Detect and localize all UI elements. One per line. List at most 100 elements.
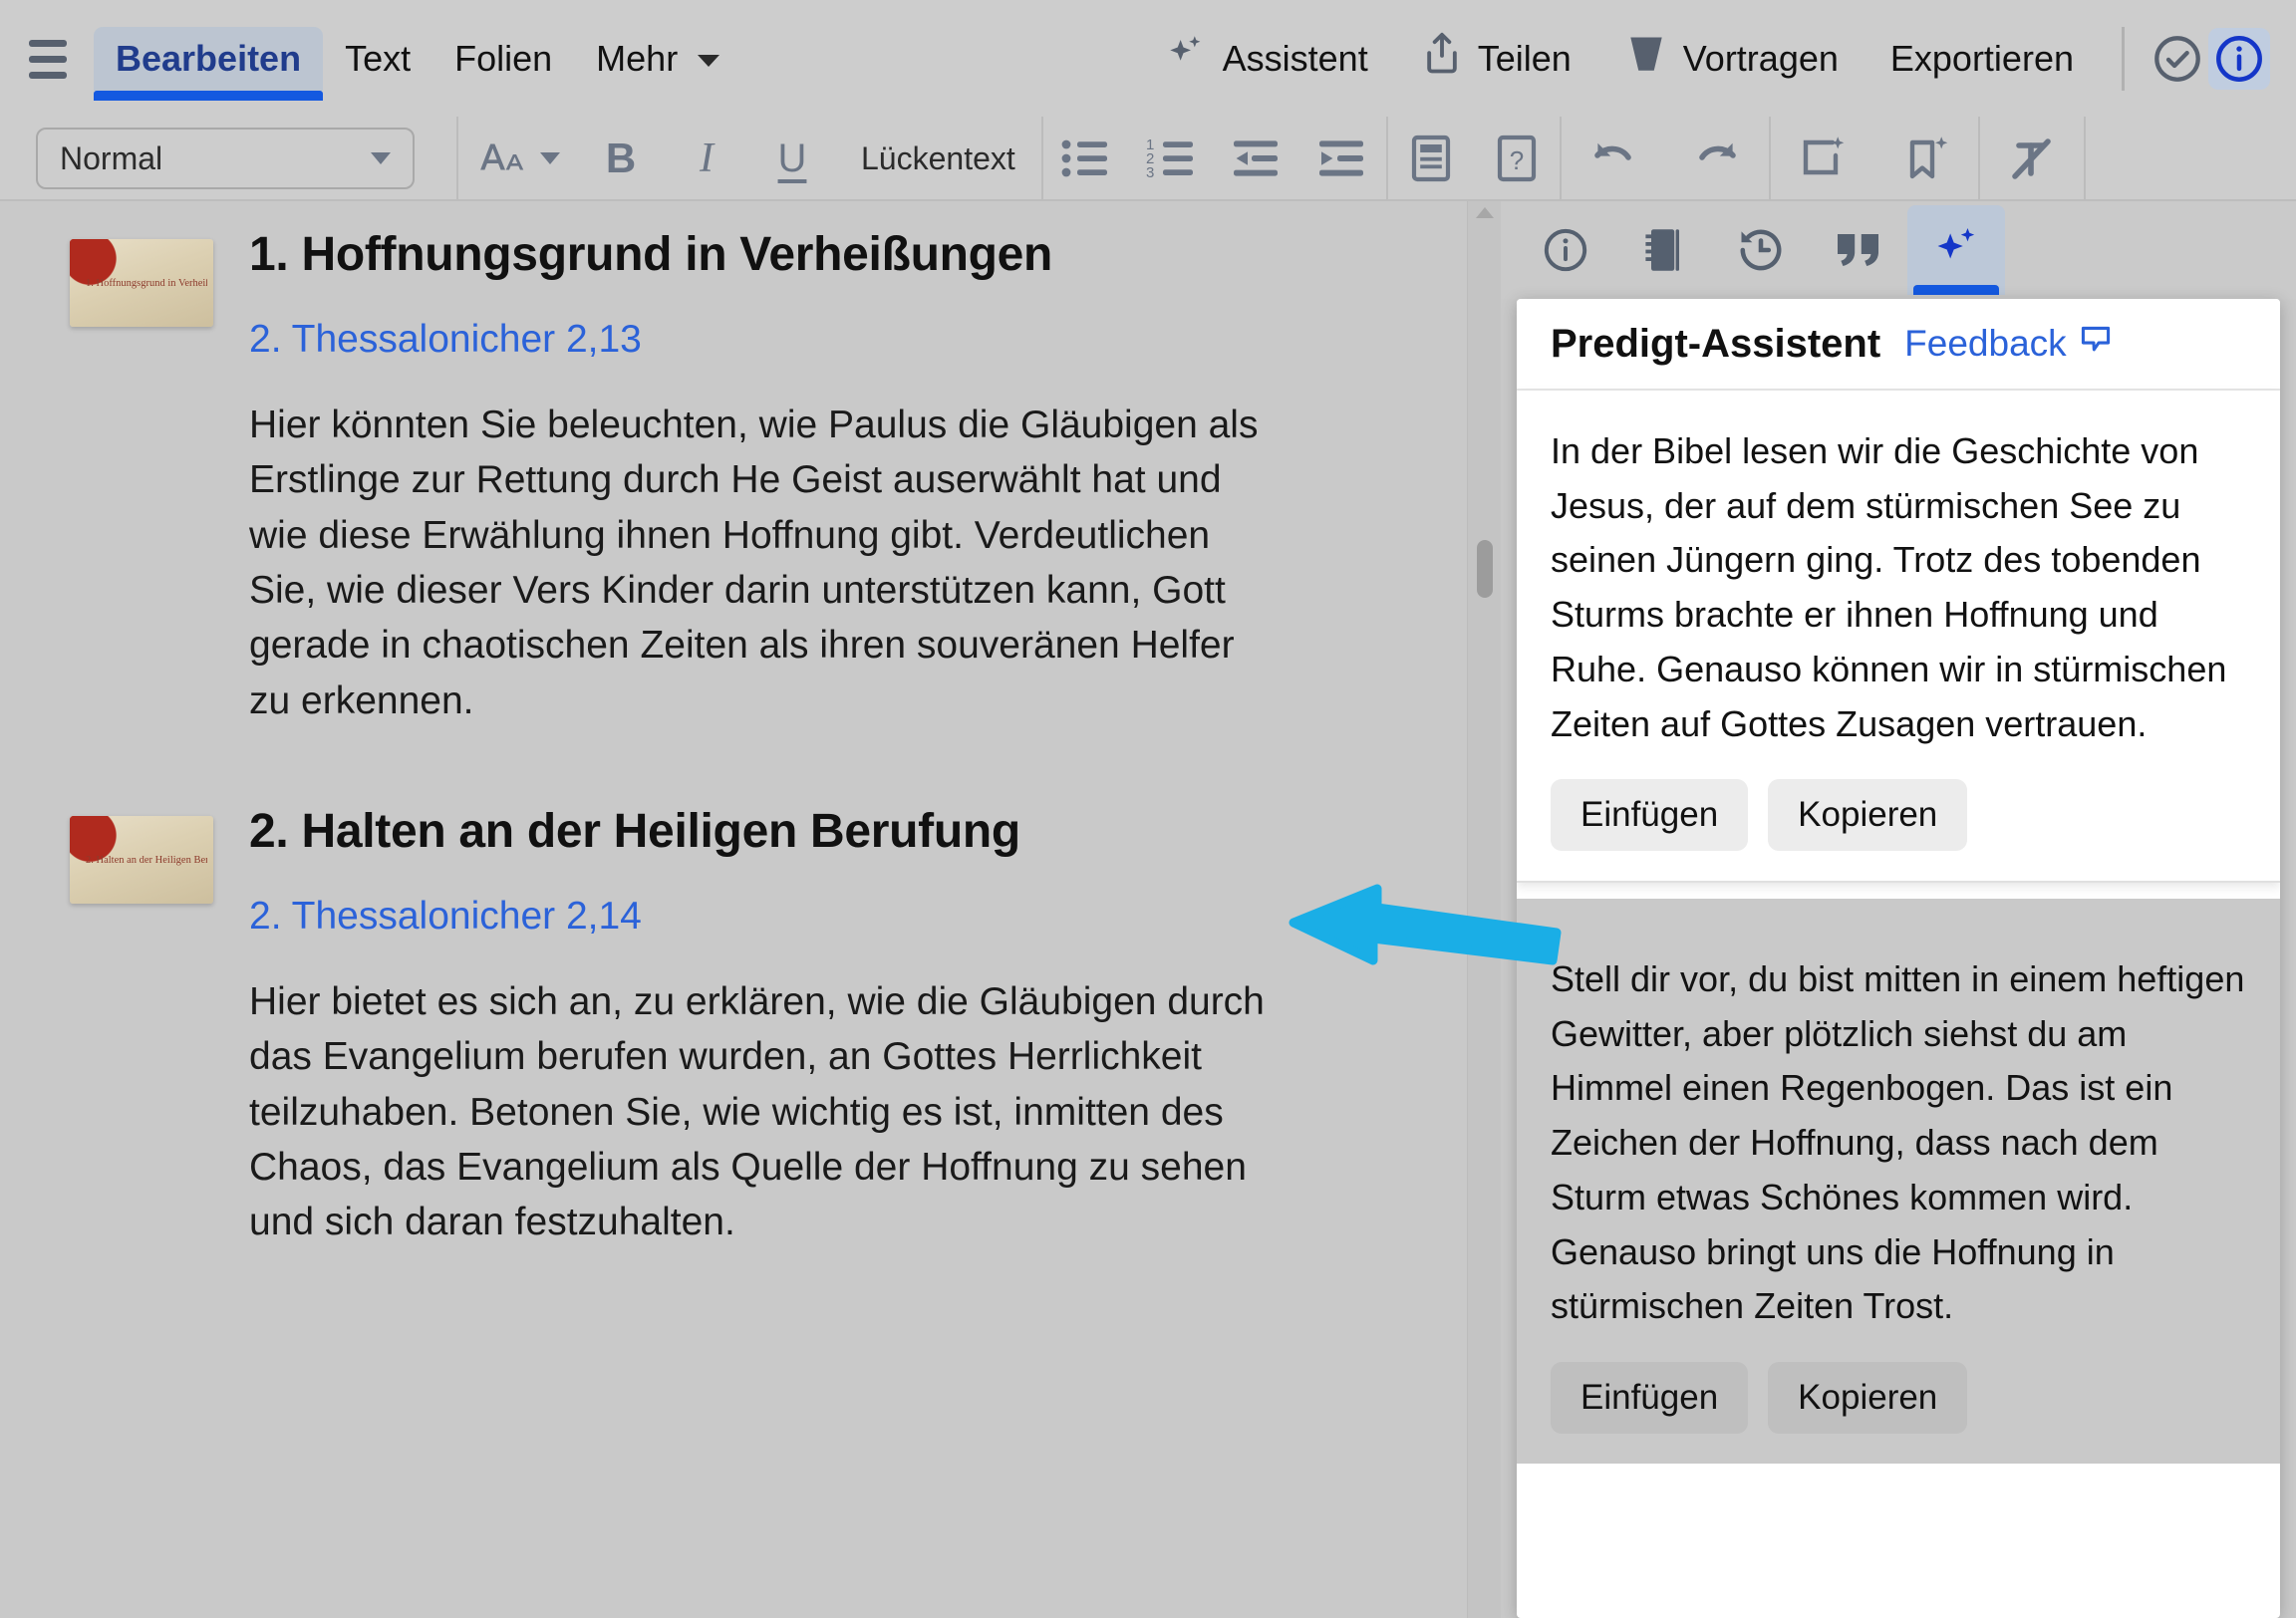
clear-format-group <box>1980 117 2084 200</box>
underline-label: U <box>777 135 807 180</box>
speech-bubble-icon <box>2079 323 2113 366</box>
history-group <box>1562 117 1769 200</box>
lueckentext-button[interactable]: Lückentext <box>835 140 1041 177</box>
svg-text:3: 3 <box>1146 164 1154 180</box>
list-group: 1 2 3 <box>1043 117 1386 200</box>
tab-bearbeiten-label: Bearbeiten <box>116 38 302 79</box>
suggestion-card: Stell dir vor, du bist mitten in einem h… <box>1517 919 2280 1465</box>
bible-reference-link[interactable]: 2. Thessalonicher 2,14 <box>249 895 1266 939</box>
redo-icon[interactable] <box>1665 117 1769 200</box>
section-paragraph[interactable]: Hier könnten Sie beleuchten, wie Paulus … <box>249 398 1266 728</box>
insert-button[interactable]: Einfügen <box>1551 779 1749 852</box>
chevron-down-icon <box>698 55 720 68</box>
text-format-group: B I U Lückentext <box>458 117 1041 200</box>
slide-thumbnail[interactable]: 2. Halten an der Heiligen Berufung <box>70 816 213 905</box>
quote-icon <box>1833 226 1884 274</box>
section-heading[interactable]: 2. Halten an der Heiligen Berufung <box>249 805 1266 859</box>
tab-folien-label: Folien <box>454 38 553 79</box>
tab-mehr[interactable]: Mehr <box>574 27 741 91</box>
pointer-arrow <box>1286 877 1565 1011</box>
section-paragraph[interactable]: Hier bietet es sich an, zu erklären, wie… <box>249 974 1266 1250</box>
slide-thumbnail-caption: 2. Halten an der Heiligen Berufung <box>86 854 207 866</box>
card-divider <box>1517 899 2280 919</box>
slide-thumbnail-caption: 1. Hoffnungsgrund in Verheißungen <box>86 277 207 289</box>
check-circle-icon[interactable] <box>2147 28 2208 90</box>
chevron-down-icon <box>371 152 391 164</box>
slide-thumbnail[interactable]: 1. Hoffnungsgrund in Verheißungen <box>70 239 213 327</box>
assistant-panel: Predigt-Assistent Feedback In der Bibel … <box>1517 299 2280 1618</box>
copy-button[interactable]: Kopieren <box>1768 1362 1968 1435</box>
panel-tab-info[interactable] <box>1517 205 1614 295</box>
vortragen-button[interactable]: Vortragen <box>1597 19 1865 100</box>
panel-tab-quote[interactable] <box>1810 205 1907 295</box>
notebook-icon <box>1639 224 1687 276</box>
hamburger-bar <box>29 71 67 79</box>
italic-button[interactable]: I <box>664 117 749 200</box>
add-bookmark-sparkle-icon[interactable] <box>1874 117 1978 200</box>
paragraph-style-select[interactable]: Normal <box>36 128 415 189</box>
assistent-label: Assistent <box>1222 38 1368 79</box>
svg-text:?: ? <box>1510 145 1524 175</box>
share-upload-icon <box>1420 31 1464 88</box>
suggestion-text: In der Bibel lesen wir die Geschichte vo… <box>1551 430 2227 744</box>
insert-button[interactable]: Einfügen <box>1551 1362 1749 1435</box>
panel-tab-history[interactable] <box>1712 205 1810 295</box>
scroll-up-arrow-icon[interactable] <box>1476 207 1494 218</box>
suggestion-card: In der Bibel lesen wir die Geschichte vo… <box>1517 391 2280 884</box>
feedback-link[interactable]: Feedback <box>1904 323 2113 366</box>
undo-icon[interactable] <box>1562 117 1665 200</box>
underline-button[interactable]: U <box>749 117 835 200</box>
suggestion-text: Stell dir vor, du bist mitten in einem h… <box>1551 958 2245 1327</box>
hamburger-icon[interactable] <box>20 31 76 87</box>
panel-tab-notebook[interactable] <box>1614 205 1712 295</box>
sparkle-icon <box>1163 32 1209 87</box>
chevron-down-icon <box>540 152 560 164</box>
tab-text[interactable]: Text <box>323 27 432 91</box>
italic-label: I <box>700 135 714 181</box>
info-circle-icon <box>1541 225 1590 275</box>
exportieren-button[interactable]: Exportieren <box>1865 26 2100 92</box>
numbered-list-icon[interactable]: 1 2 3 <box>1129 117 1215 200</box>
indent-icon[interactable] <box>1300 117 1386 200</box>
top-toolbar: Bearbeiten Text Folien Mehr Assistent Te… <box>0 0 2296 118</box>
assistent-button[interactable]: Assistent <box>1137 20 1394 99</box>
tab-mehr-label: Mehr <box>596 38 679 79</box>
bullet-list-icon[interactable] <box>1043 117 1129 200</box>
teilen-label: Teilen <box>1477 38 1572 79</box>
document-canvas[interactable]: 1. Hoffnungsgrund in Verheißungen 1. Hof… <box>0 201 1501 1618</box>
outdent-icon[interactable] <box>1215 117 1300 200</box>
feedback-label: Feedback <box>1904 323 2067 364</box>
presenter-icon <box>1623 31 1669 88</box>
toolbar-divider <box>2083 117 2086 200</box>
tab-text-label: Text <box>345 38 412 79</box>
section-heading[interactable]: 1. Hoffnungsgrund in Verheißungen <box>249 228 1266 282</box>
teilen-button[interactable]: Teilen <box>1394 19 1597 100</box>
doc-group: ? <box>1388 117 1560 200</box>
assistant-suggestions: In der Bibel lesen wir die Geschichte vo… <box>1517 391 2280 1618</box>
document-section: 2. Halten an der Heiligen Berufung 2. Ha… <box>0 805 1501 1250</box>
info-circle-icon[interactable] <box>2208 28 2270 90</box>
question-icon[interactable]: ? <box>1474 117 1560 200</box>
panel-tab-assistant[interactable] <box>1907 205 2005 295</box>
tab-bearbeiten[interactable]: Bearbeiten <box>94 27 324 101</box>
insert-group <box>1771 117 1978 200</box>
vortragen-label: Vortragen <box>1682 38 1839 79</box>
lueckentext-label: Lückentext <box>861 139 1015 176</box>
add-slide-sparkle-icon[interactable] <box>1771 117 1874 200</box>
scrollbar-thumb[interactable] <box>1477 540 1493 598</box>
clear-formatting-icon[interactable] <box>1980 117 2084 200</box>
paragraph-style-value: Normal <box>60 139 163 176</box>
font-size-icon[interactable] <box>458 117 578 200</box>
assistant-panel-header: Predigt-Assistent Feedback <box>1517 299 2280 391</box>
hamburger-bar <box>29 39 67 47</box>
document-section: 1. Hoffnungsgrund in Verheißungen 1. Hof… <box>0 228 1501 728</box>
notes-icon[interactable] <box>1388 117 1474 200</box>
bible-reference-link[interactable]: 2. Thessalonicher 2,13 <box>249 318 1266 362</box>
toolbar-divider <box>2122 27 2125 91</box>
bold-button[interactable]: B <box>578 117 664 200</box>
history-clock-icon <box>1735 224 1787 276</box>
tab-folien[interactable]: Folien <box>432 27 574 91</box>
sparkle-icon <box>1929 223 1983 277</box>
copy-button[interactable]: Kopieren <box>1768 779 1968 852</box>
